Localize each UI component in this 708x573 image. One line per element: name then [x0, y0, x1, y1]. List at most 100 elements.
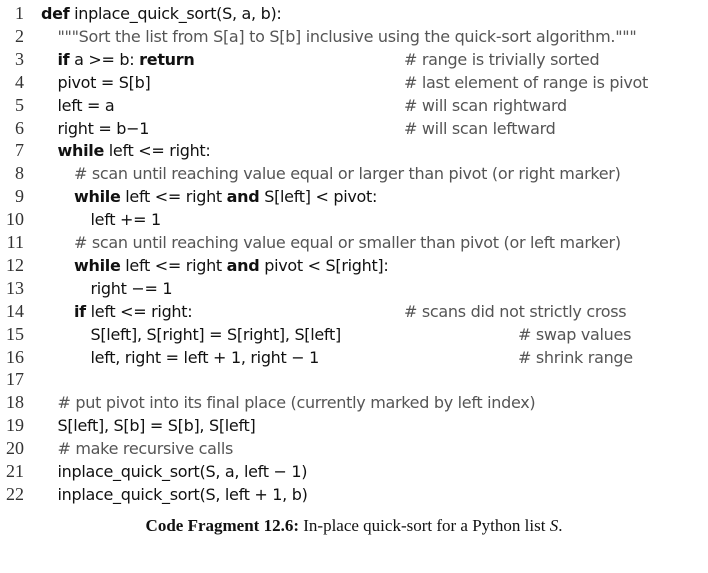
line-number: 2 — [15, 25, 24, 46]
line-number: 10 — [6, 209, 24, 230]
code-text: while left <= right and pivot < S[right]… — [74, 254, 389, 277]
code-text: def inplace_quick_sort(S, a, b): — [41, 2, 282, 25]
keyword: def — [41, 4, 70, 23]
caption-variable: S — [549, 516, 559, 535]
code-text: while left <= right: — [58, 139, 211, 162]
line-number: 14 — [6, 300, 24, 321]
code-line: 11 # scan until reaching value equal or s… — [0, 231, 708, 254]
line-number: 20 — [6, 438, 24, 459]
code-text: """Sort the list from S[a] to S[b] inclu… — [58, 25, 637, 48]
inline-comment: # swap values — [518, 324, 632, 344]
inline-comment: # will scan leftward — [404, 118, 556, 138]
code-token: a >= b: — [69, 49, 140, 69]
inline-comment: # scans did not strictly cross — [404, 301, 627, 321]
line-number: 22 — [6, 483, 24, 504]
code-line: 12 while left <= right and pivot < S[righ… — [0, 254, 708, 277]
code-token: right −= 1 — [90, 278, 173, 298]
code-line: 22 inplace_quick_sort(S, left + 1, b) — [0, 483, 708, 506]
inline-comment: # will scan rightward — [404, 95, 567, 115]
code-line: 15 S[left], S[right] = S[right], S[left] #… — [0, 323, 708, 346]
code-text: inplace_quick_sort(S, a, left − 1) — [58, 460, 308, 483]
inline-comment: # last element of range is pivot — [404, 72, 649, 92]
code-line: 18 # put pivot into its final place (curr… — [0, 391, 708, 414]
code-text: pivot = S[b] — [58, 71, 151, 94]
code-text: S[left], S[b] = S[b], S[left] — [58, 414, 256, 437]
code-line: 16 left, right = left + 1, right − 1 # shr… — [0, 346, 708, 369]
code-line: 8 # scan until reaching value equal or la… — [0, 162, 708, 185]
keyword: if — [74, 301, 86, 321]
code-token: left = a — [57, 95, 115, 115]
code-comment: # put pivot into its final place (curren… — [57, 393, 536, 413]
code-token: inplace_quick_sort(S, a, left − 1) — [57, 462, 308, 481]
code-line: 1 def inplace_quick_sort(S, a, b): — [0, 2, 708, 25]
keyword: if — [57, 49, 70, 69]
line-number: 11 — [6, 232, 24, 252]
inline-comment: # range is trivially sorted — [404, 49, 600, 69]
line-number: 15 — [6, 323, 24, 344]
code-line: 2 """Sort the list from S[a] to S[b] incl… — [0, 25, 708, 48]
code-comment: # scan until reaching value equal or sma… — [74, 233, 621, 252]
code-comment: # scan until reaching value equal or lar… — [74, 164, 621, 184]
code-token: left <= right — [120, 255, 227, 275]
code-text: while left <= right and S[left] < pivot: — [74, 185, 377, 208]
keyword: and — [226, 187, 260, 207]
caption-period: . — [558, 516, 563, 535]
line-number: 4 — [15, 71, 24, 92]
code-comment: """Sort the list from S[a] to S[b] inclu… — [57, 26, 637, 46]
code-line: 6 right = b−1 # will scan leftward — [0, 117, 708, 140]
code-comment: # make recursive calls — [57, 439, 234, 459]
keyword: while — [74, 255, 121, 275]
line-number: 1 — [15, 3, 24, 23]
code-text: right = b−1 — [58, 117, 150, 140]
keyword: and — [226, 255, 260, 275]
code-line: 5 left = a # will scan rightward — [0, 94, 708, 117]
figure-caption: Code Fragment 12.6: In-place quick-sort … — [0, 516, 708, 536]
line-number: 9 — [15, 186, 24, 207]
code-token: pivot < S[right]: — [259, 255, 389, 275]
code-line: 19 S[left], S[b] = S[b], S[left] — [0, 414, 708, 437]
line-number: 3 — [15, 48, 24, 69]
code-token: left += 1 — [90, 210, 162, 230]
code-text: S[left], S[right] = S[right], S[left] — [90, 323, 342, 346]
code-text: left += 1 — [90, 208, 162, 231]
code-token: S[left] < pivot: — [259, 187, 378, 207]
code-line: 9 while left <= right and S[left] < pivot… — [0, 185, 708, 208]
code-text: inplace_quick_sort(S, left + 1, b) — [58, 483, 308, 506]
code-token: inplace_quick_sort(S, a, b): — [69, 4, 282, 23]
code-token: left <= right: — [104, 141, 211, 161]
code-token: left, right = left + 1, right − 1 — [90, 347, 320, 367]
caption-label: Code Fragment 12.6: — [145, 516, 299, 535]
line-number: 19 — [6, 415, 24, 436]
line-number: 16 — [6, 346, 24, 367]
code-token: right = b−1 — [57, 118, 150, 138]
line-number: 21 — [6, 461, 24, 481]
line-number: 12 — [6, 254, 24, 275]
code-text: # put pivot into its final place (curren… — [58, 391, 536, 414]
code-line: 14 if left <= right: # scans did not stric… — [0, 300, 708, 323]
code-text: left = a — [58, 94, 115, 117]
code-token: left <= right: — [85, 301, 193, 321]
code-line: 21 inplace_quick_sort(S, a, left − 1) — [0, 460, 708, 483]
code-token: inplace_quick_sort(S, left + 1, b) — [57, 484, 308, 504]
line-number: 5 — [15, 94, 24, 115]
code-line: 20 # make recursive calls — [0, 437, 708, 460]
line-number: 17 — [6, 369, 24, 390]
code-line: 17 — [0, 368, 708, 391]
code-text: # scan until reaching value equal or sma… — [74, 231, 621, 254]
code-token: left <= right — [120, 187, 227, 207]
code-text: if a >= b: return — [58, 48, 195, 71]
keyword: return — [139, 49, 195, 69]
line-number: 6 — [15, 117, 24, 138]
code-token: S[left], S[right] = S[right], S[left] — [90, 324, 342, 344]
line-number: 8 — [15, 163, 24, 184]
code-text: right −= 1 — [91, 277, 173, 300]
code-text: if left <= right: — [74, 300, 193, 323]
code-line: 7 while left <= right: — [0, 139, 708, 162]
code-text: # make recursive calls — [58, 437, 234, 460]
line-number: 7 — [15, 140, 24, 161]
inline-comment: # shrink range — [518, 347, 633, 367]
line-number: 13 — [6, 277, 24, 298]
code-line: 3 if a >= b: return # range is trivially s… — [0, 48, 708, 71]
code-line: 10 left += 1 — [0, 208, 708, 231]
caption-text: In-place quick-sort for a Python list — [299, 516, 550, 535]
